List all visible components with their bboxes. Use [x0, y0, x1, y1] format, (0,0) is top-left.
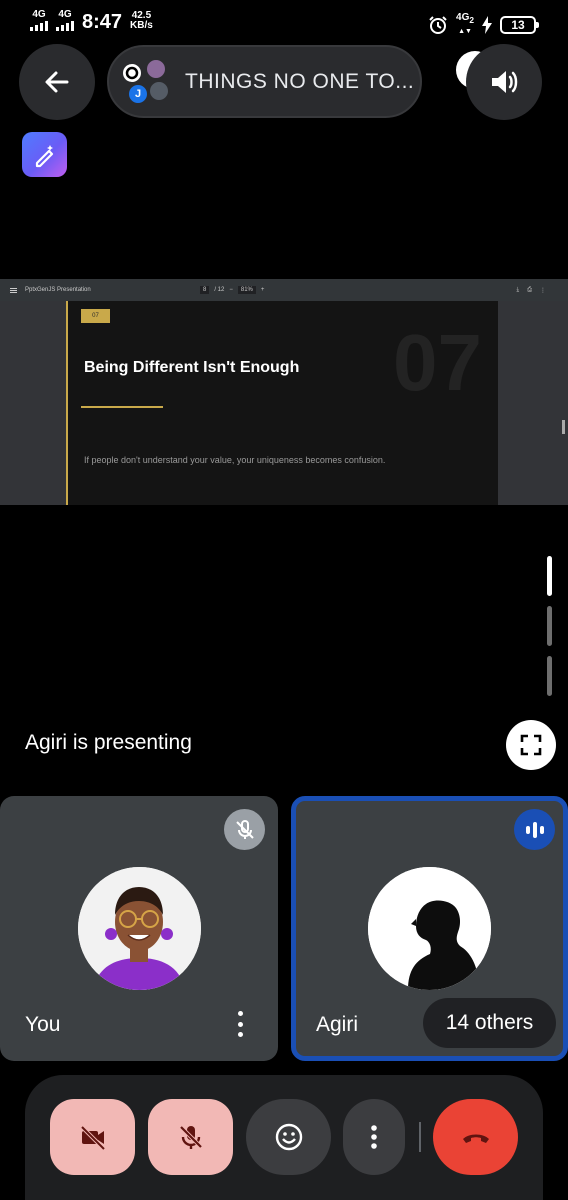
signal-icon: [56, 21, 74, 31]
mic-off-icon: [179, 1125, 202, 1149]
charging-icon: [482, 15, 492, 34]
menu-icon[interactable]: [10, 287, 17, 293]
battery-icon: 13: [500, 15, 539, 34]
more-options-button[interactable]: [343, 1099, 405, 1175]
audio-output-button[interactable]: [466, 44, 542, 120]
presenting-label: Agiri is presenting: [25, 731, 192, 754]
network-indicator-3: 4G2 ▲▼: [456, 12, 474, 35]
more-vertical-icon: [371, 1125, 377, 1149]
slide: 07 07 Being Different Isn't Enough If pe…: [66, 301, 498, 505]
page-current[interactable]: 8: [200, 286, 210, 294]
presentation-toolbar: PptxGenJS Presentation 8 / 12 − 81% + ⤓ …: [0, 279, 568, 301]
presentation-app-name: PptxGenJS Presentation: [25, 287, 91, 293]
end-call-button[interactable]: [433, 1099, 518, 1175]
more-vertical-icon: [237, 1011, 243, 1016]
page-total: / 12: [214, 287, 225, 293]
scrollbar[interactable]: [562, 420, 565, 434]
mic-off-icon: [235, 819, 254, 839]
avatar: [121, 61, 143, 84]
camera-off-icon: [80, 1125, 105, 1151]
participant-more-button[interactable]: [230, 1007, 250, 1041]
fullscreen-button[interactable]: [506, 720, 556, 770]
camera-toggle-button[interactable]: [50, 1099, 135, 1175]
others-button[interactable]: 14 others: [423, 998, 556, 1048]
participant-avatars: J: [121, 56, 173, 108]
zoom-out-icon[interactable]: −: [229, 287, 233, 293]
network-indicator-1: 4G: [30, 10, 48, 31]
participant-name-you: You: [25, 1013, 61, 1036]
avatar: J: [127, 82, 149, 105]
magic-pen-icon: [35, 144, 53, 167]
arrow-left-icon: [45, 71, 69, 93]
end-call-icon: [462, 1134, 489, 1143]
slide-big-number: 07: [393, 318, 482, 407]
slide-body: If people don't understand your value, y…: [84, 455, 386, 465]
data-speed: 42.5 KB/s: [130, 10, 153, 31]
mic-toggle-button[interactable]: [148, 1099, 233, 1175]
slide-divider: [81, 406, 163, 408]
avatar: [148, 79, 170, 102]
avatar: [145, 57, 167, 80]
avatar: [368, 867, 491, 990]
speaking-indicator: [514, 809, 555, 850]
back-button[interactable]: [19, 44, 95, 120]
meeting-title-pill[interactable]: J THINGS NO ONE TO...: [107, 45, 422, 118]
more-vertical-icon[interactable]: ⋮: [540, 287, 546, 294]
fullscreen-icon: [520, 734, 542, 756]
clock: 8:47: [82, 11, 123, 33]
signal-icon: [30, 21, 48, 31]
zoom-in-icon[interactable]: +: [261, 287, 265, 293]
slide-accent-line: [66, 301, 68, 505]
emoji-icon: [275, 1123, 302, 1151]
speaker-icon: [492, 71, 518, 93]
mic-off-badge: [224, 809, 265, 850]
meeting-title: THINGS NO ONE TO...: [185, 69, 415, 93]
reactions-button[interactable]: [246, 1099, 331, 1175]
page-indicator: [547, 556, 555, 706]
slide-title: Being Different Isn't Enough: [84, 359, 300, 376]
alarm-icon: [429, 15, 447, 34]
divider: [419, 1122, 421, 1152]
gemini-button[interactable]: [22, 132, 67, 177]
network-indicator-2: 4G: [56, 10, 74, 31]
zoom-level[interactable]: 81%: [237, 286, 256, 294]
participant-name-agiri: Agiri: [316, 1013, 359, 1036]
avatar: [78, 867, 201, 990]
status-bar: 4G 4G 8:47 42.5 KB/s 4G2 ▲▼ 13: [0, 0, 568, 42]
print-icon[interactable]: ⎙: [527, 287, 532, 294]
download-icon[interactable]: ⤓: [517, 287, 520, 294]
slide-number-badge: 07: [81, 309, 110, 323]
